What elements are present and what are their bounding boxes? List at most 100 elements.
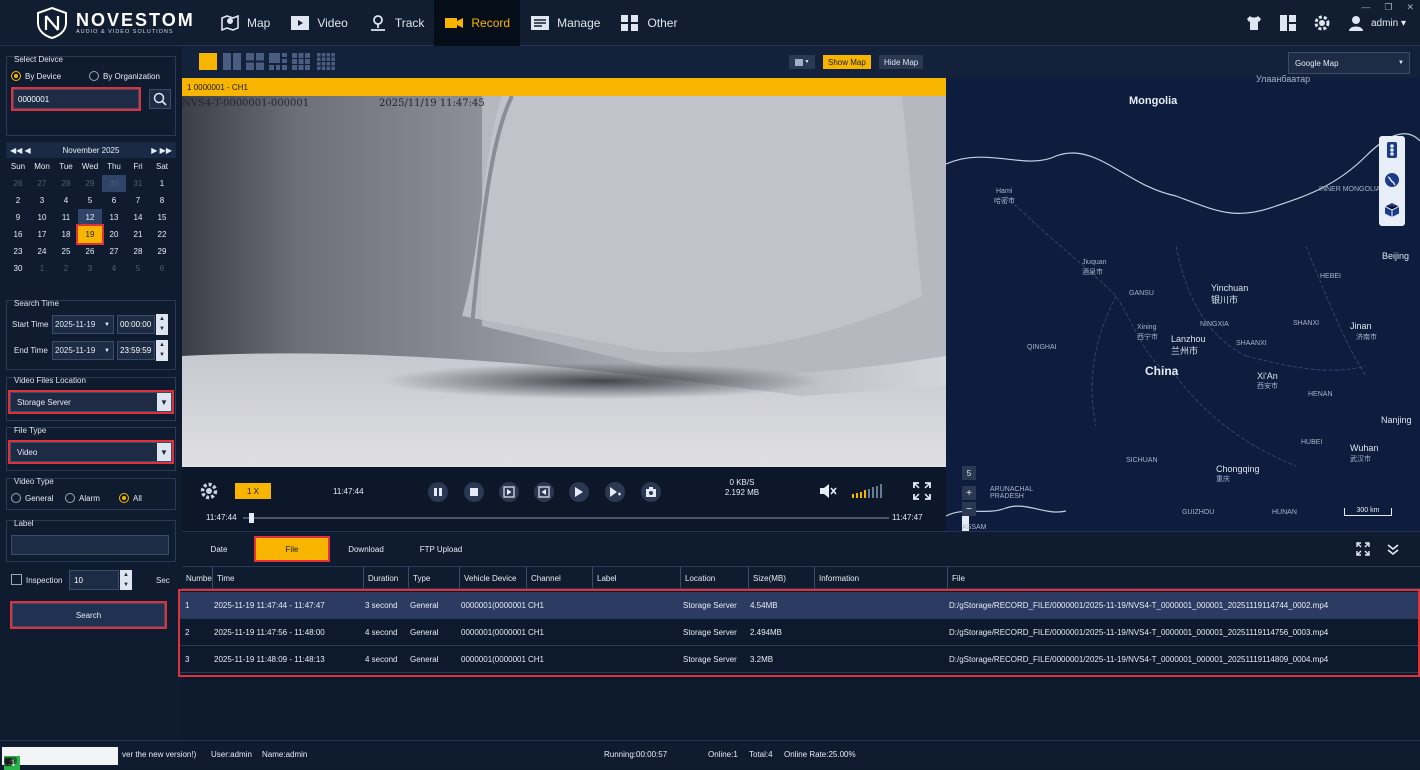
calendar-day[interactable]: 30 bbox=[6, 260, 30, 277]
nav-other[interactable]: Other bbox=[610, 0, 687, 46]
col-size[interactable]: Size(MB) bbox=[748, 567, 814, 589]
slow-play-button[interactable] bbox=[569, 482, 589, 502]
layout-9-icon[interactable] bbox=[292, 53, 310, 70]
inspection-checkbox[interactable] bbox=[11, 574, 22, 585]
calendar-day[interactable]: 10 bbox=[30, 209, 54, 226]
table-row[interactable]: 2 2025-11-19 11:47:56 - 11:48:00 4 second G… bbox=[180, 619, 1418, 646]
start-time-stepper[interactable]: ▲ ▼ bbox=[156, 314, 168, 335]
calendar-day[interactable]: 31 bbox=[126, 175, 150, 192]
label-input[interactable] bbox=[11, 535, 169, 555]
calendar-day[interactable]: 14 bbox=[126, 209, 150, 226]
calendar-day[interactable]: 1 bbox=[30, 260, 54, 277]
col-number[interactable]: Number bbox=[182, 567, 212, 589]
col-type[interactable]: Type bbox=[408, 567, 458, 589]
minimize-icon[interactable]: — bbox=[1361, 2, 1370, 13]
user-menu[interactable]: admin ▾ bbox=[1347, 14, 1406, 32]
pause-button[interactable] bbox=[428, 482, 448, 502]
settings-gear-icon[interactable] bbox=[199, 481, 219, 501]
calendar-day[interactable]: 29 bbox=[150, 243, 174, 260]
traffic-light-icon[interactable] bbox=[1384, 141, 1400, 159]
search-button[interactable]: Search bbox=[10, 601, 167, 629]
calendar-next-icon[interactable]: ▶ ▶▶ bbox=[151, 146, 172, 155]
video-location-select[interactable]: Storage Server ▼ bbox=[8, 390, 174, 414]
calendar-day[interactable]: 5 bbox=[78, 192, 102, 209]
calendar-day[interactable]: 26 bbox=[6, 175, 30, 192]
show-map-button[interactable]: Show Map bbox=[823, 55, 871, 69]
col-information[interactable]: Information bbox=[814, 567, 947, 589]
fast-play-button[interactable] bbox=[605, 482, 625, 502]
zoom-out-button[interactable]: − bbox=[962, 502, 976, 516]
table-row[interactable]: 1 2025-11-19 11:47:44 - 11:47:47 3 second G… bbox=[180, 592, 1418, 619]
volume-bars-icon[interactable] bbox=[852, 484, 886, 498]
calendar-day[interactable]: 13 bbox=[102, 209, 126, 226]
zoom-in-button[interactable]: + bbox=[962, 486, 976, 500]
calendar-day[interactable]: 27 bbox=[30, 175, 54, 192]
calendar-day[interactable]: 2 bbox=[6, 192, 30, 209]
calendar-day[interactable]: 17 bbox=[30, 226, 54, 243]
calendar-day[interactable]: 25 bbox=[54, 243, 78, 260]
radio-by-org[interactable]: By Organization bbox=[89, 71, 160, 81]
timeline-knob[interactable] bbox=[249, 513, 255, 523]
window-mode-dropdown[interactable]: ▼ bbox=[789, 55, 815, 69]
calendar-day[interactable]: 24 bbox=[30, 243, 54, 260]
calendar-day[interactable]: 20 bbox=[102, 226, 126, 243]
col-file[interactable]: File bbox=[947, 567, 1417, 589]
speed-button[interactable]: 1 X bbox=[235, 483, 271, 499]
calendar-day[interactable]: 29 bbox=[78, 175, 102, 192]
inspection-stepper[interactable]: ▲ ▼ bbox=[120, 570, 132, 590]
shirt-icon[interactable] bbox=[1245, 14, 1263, 32]
device-search-button[interactable] bbox=[149, 89, 171, 109]
map-panel[interactable]: Google Map ▼ Улаанбаатар Mongolia China H… bbox=[946, 46, 1420, 531]
stop-button[interactable] bbox=[464, 482, 484, 502]
layout-4-icon[interactable] bbox=[246, 53, 264, 70]
inspection-value-field[interactable]: 10 bbox=[69, 570, 119, 590]
calendar-day[interactable]: 19 bbox=[76, 224, 104, 245]
maximize-icon[interactable]: ❐ bbox=[1384, 2, 1392, 13]
table-row[interactable]: 3 2025-11-19 11:48:09 - 11:48:13 4 second G… bbox=[180, 646, 1418, 673]
video-player[interactable]: NVS4-T-0000001-000001 2025/11/19 11:47:4… bbox=[182, 96, 946, 467]
calendar-day[interactable]: 7 bbox=[126, 192, 150, 209]
col-channel[interactable]: Channel bbox=[526, 567, 592, 589]
nav-manage[interactable]: Manage bbox=[520, 0, 610, 46]
nav-video[interactable]: Video bbox=[280, 0, 357, 46]
end-date-select[interactable]: 2025-11-19 ▼ bbox=[52, 341, 114, 360]
col-vehicle-device[interactable]: Vehicle Device bbox=[459, 567, 525, 589]
layout-16-icon[interactable] bbox=[317, 53, 335, 70]
calendar-day[interactable]: 28 bbox=[54, 175, 78, 192]
calendar-day[interactable]: 23 bbox=[6, 243, 30, 260]
gear-icon[interactable] bbox=[1313, 14, 1331, 32]
calendar-day[interactable]: 9 bbox=[6, 209, 30, 226]
calendar-day[interactable]: 16 bbox=[6, 226, 30, 243]
close-icon[interactable]: ✕ bbox=[1406, 2, 1414, 13]
timeline-track[interactable] bbox=[243, 513, 889, 523]
end-time-stepper[interactable]: ▲ ▼ bbox=[156, 340, 168, 361]
frame-step-button[interactable] bbox=[499, 482, 519, 502]
layout-1-button[interactable] bbox=[199, 53, 217, 70]
nav-record[interactable]: Record bbox=[434, 0, 521, 46]
calendar-day[interactable]: 15 bbox=[150, 209, 174, 226]
hide-map-button[interactable]: Hide Map bbox=[879, 55, 924, 69]
radio-by-device[interactable]: By Device bbox=[11, 71, 61, 81]
calendar-day[interactable]: 8 bbox=[150, 192, 174, 209]
calendar-day[interactable]: 6 bbox=[150, 260, 174, 277]
cube-icon[interactable] bbox=[1384, 202, 1400, 218]
calendar-day[interactable]: 1 bbox=[150, 175, 174, 192]
calendar-prev-icon[interactable]: ◀◀ ◀ bbox=[10, 146, 31, 155]
calendar-day[interactable]: 11 bbox=[54, 209, 78, 226]
map-provider-select[interactable]: Google Map ▼ bbox=[1288, 52, 1410, 74]
calendar-day[interactable]: 28 bbox=[126, 243, 150, 260]
nav-map[interactable]: Map bbox=[210, 0, 280, 46]
globe-icon[interactable] bbox=[1384, 172, 1400, 188]
layout-icon[interactable] bbox=[1279, 14, 1297, 32]
calendar-day[interactable]: 26 bbox=[78, 243, 102, 260]
calendar-day[interactable]: 6 bbox=[102, 192, 126, 209]
calendar-day[interactable]: 27 bbox=[102, 243, 126, 260]
radio-general[interactable]: General bbox=[11, 493, 53, 503]
nav-track[interactable]: Track bbox=[358, 0, 435, 46]
calendar-day[interactable]: 3 bbox=[78, 260, 102, 277]
col-location[interactable]: Location bbox=[680, 567, 748, 589]
start-time-field[interactable]: 00:00:00 bbox=[117, 315, 155, 334]
tab-date[interactable]: Date bbox=[196, 538, 242, 560]
rewind-button[interactable] bbox=[534, 482, 554, 502]
radio-alarm[interactable]: Alarm bbox=[65, 493, 100, 503]
